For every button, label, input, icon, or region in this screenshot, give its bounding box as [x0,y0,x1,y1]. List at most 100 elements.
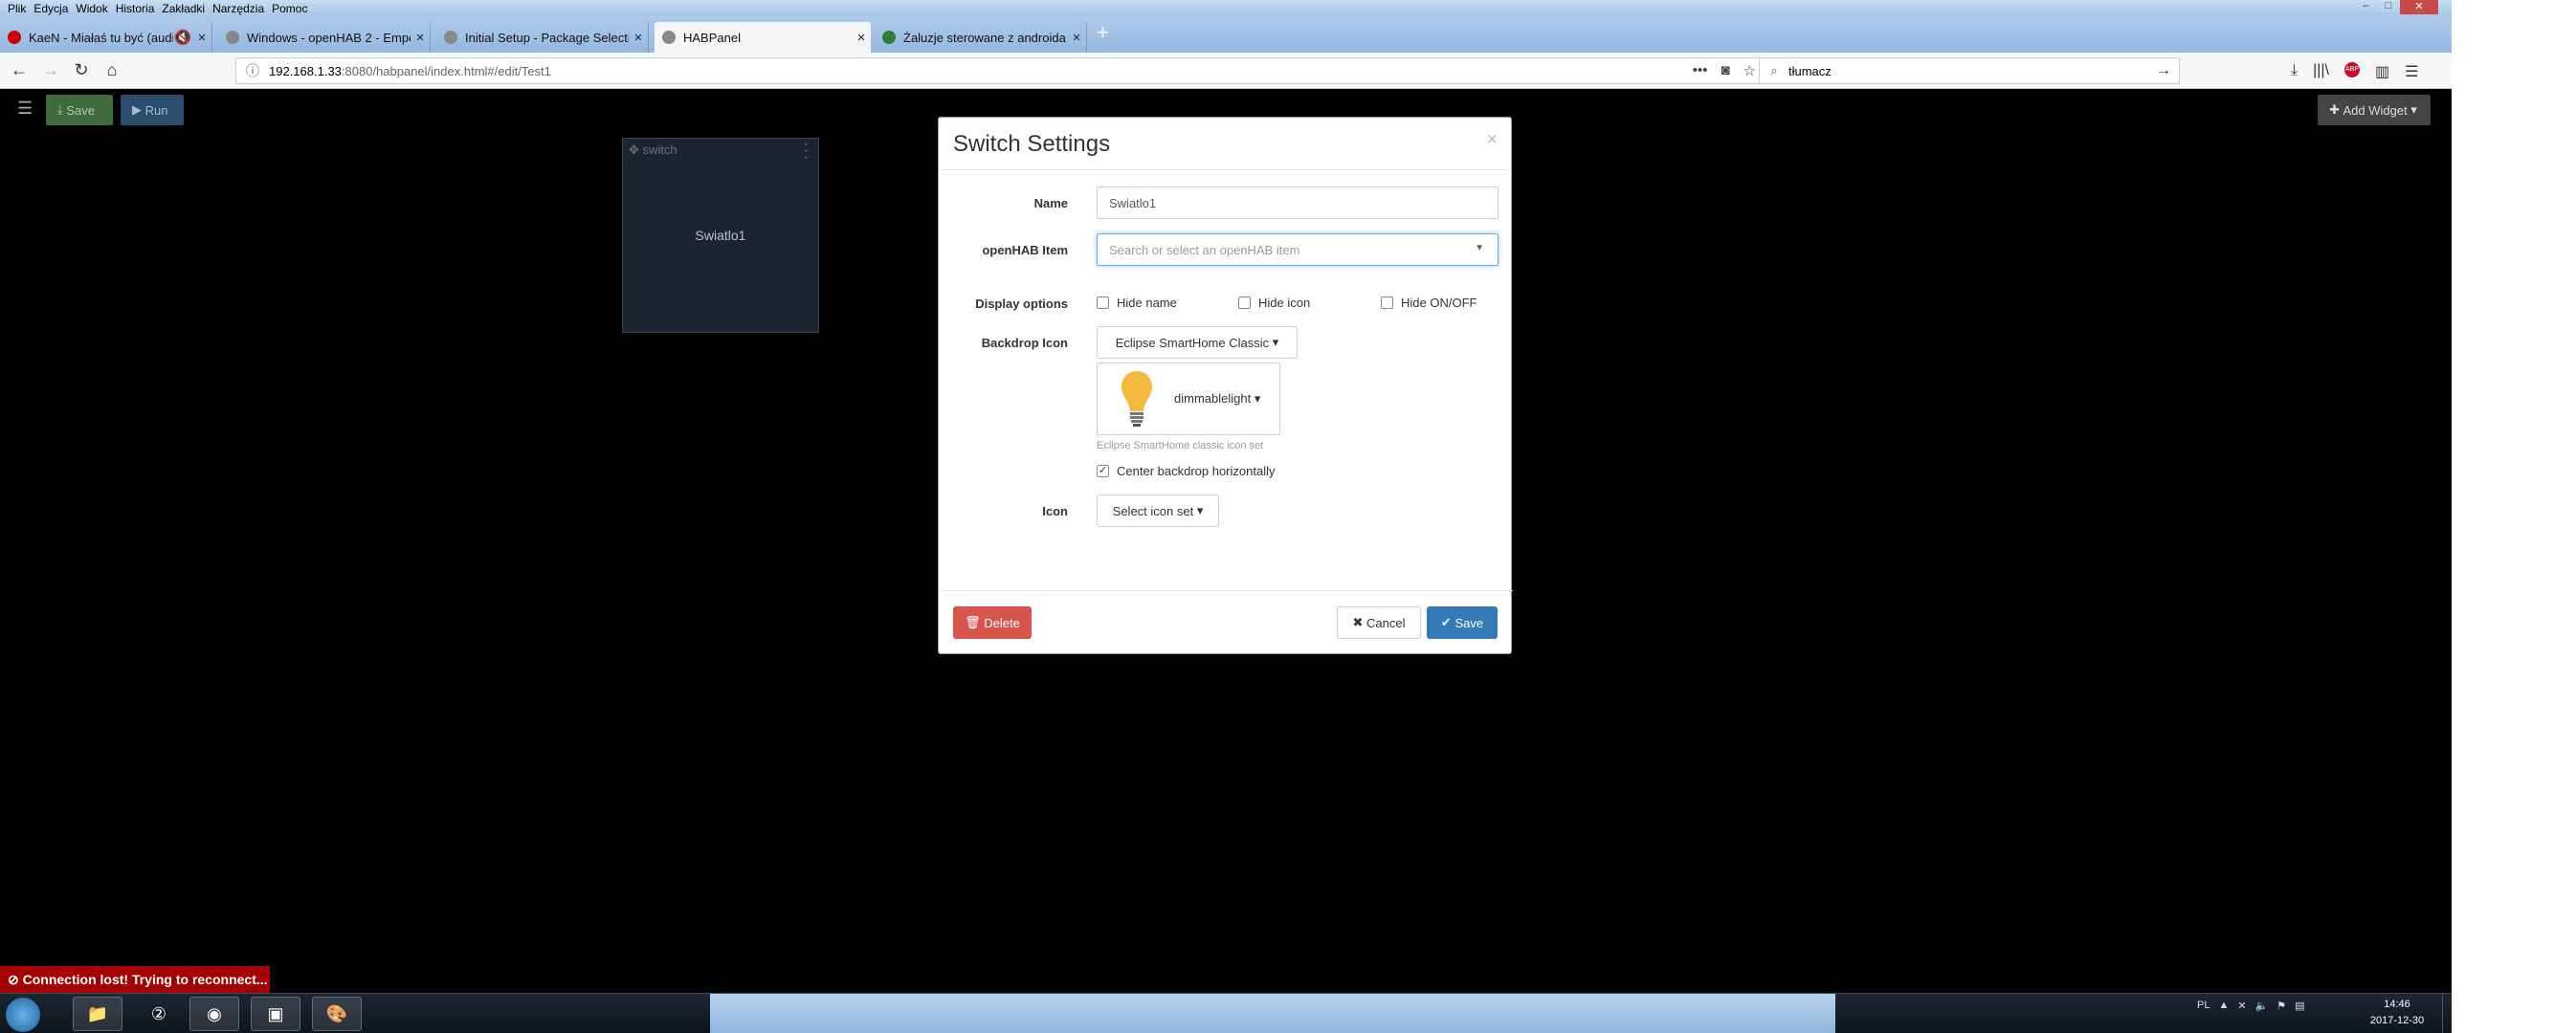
start-button[interactable] [6,998,40,1032]
checkbox-box[interactable] [1097,297,1109,309]
show-desktop-button[interactable] [2442,994,2452,1033]
tab-bar: KaeN - Miałaś tu być (audio 🔇 × Windows … [0,16,2452,53]
backdrop-iconset-value: Eclipse SmartHome Classic [1115,335,1270,350]
tab-habpanel[interactable]: HABPanel × [655,22,871,53]
flag-icon[interactable]: ⚑ [2276,1000,2286,1012]
paint-icon[interactable]: 🎨 [312,997,362,1031]
add-widget-button[interactable]: ✚ Add Widget ▾ [2318,95,2431,125]
save-button[interactable]: ✔ Save [1427,606,1498,639]
page-icon [226,31,239,44]
hide-icon-checkbox[interactable]: Hide icon [1238,296,1310,310]
desktop-wallpaper [710,994,1835,1033]
pocket-icon[interactable]: ◙ [1721,62,1729,79]
library-icon[interactable]: |||\ [2313,62,2329,81]
widget-menu-icon[interactable]: · · · [804,137,809,165]
menu-edit[interactable]: Edycja [33,2,68,15]
close-tab-icon[interactable]: × [411,30,430,46]
tab-zaluzje[interactable]: Żaluzje sterowane z androida - × [875,22,1087,53]
checkbox-box[interactable] [1238,297,1251,309]
item-placeholder: Search or select an openHAB item [1109,242,1300,257]
maximize-icon[interactable]: □ [2377,0,2400,14]
widget-name: Swiatlo1 [695,228,746,243]
firefox-icon[interactable]: ◉ [189,997,239,1031]
close-window-icon[interactable]: ✕ [2400,0,2438,14]
save-dashboard-label: Save [66,102,95,118]
hide-onoff-label: Hide ON/OFF [1401,296,1477,310]
language-indicator[interactable]: PL [2197,1000,2210,1012]
tab-initial-setup[interactable]: Initial Setup - Package Selectio × [436,22,649,53]
page-icon [662,31,676,44]
home-icon[interactable]: ⌂ [101,60,122,80]
forward-icon[interactable]: → [40,60,61,80]
menu-file[interactable]: Plik [8,2,26,15]
clock[interactable]: 14:46 2017-12-30 [2364,997,2431,1029]
bookmark-star-icon[interactable]: ☆ [1743,62,1756,79]
more-icon[interactable]: ••• [1693,62,1708,79]
tab-title: Initial Setup - Package Selectio [465,30,629,45]
caret-down-icon: ▼ [1475,243,1484,253]
close-tab-icon[interactable]: × [852,30,871,46]
menu-bookmarks[interactable]: Zakładki [162,2,205,15]
url-host: 192.168.1.33 [269,63,342,78]
close-icon[interactable]: × [1486,129,1498,151]
info-icon[interactable]: ⓘ [236,61,269,80]
explorer-icon[interactable]: 📁 [73,997,122,1031]
adblock-icon[interactable]: ABP [2344,62,2360,77]
save-label: Save [1455,615,1484,630]
name-input[interactable]: Swiatlo1 [1097,187,1499,219]
sidebar-icon[interactable]: ▥ [2375,62,2389,81]
new-tab-icon[interactable]: + [1097,20,1109,45]
menu-tools[interactable]: Narzędzia [212,2,264,15]
close-tab-icon[interactable]: × [629,30,648,46]
delete-button[interactable]: 🗑 Delete [953,606,1032,639]
checkbox-checked[interactable]: ✓ [1097,465,1109,477]
audio-icon[interactable]: 🔇 [173,29,192,46]
move-icon[interactable]: ✥ [629,143,639,157]
menu-toggle-icon[interactable]: ☰ [17,99,33,119]
icon-set-dropdown[interactable]: Select icon set ▾ [1097,495,1219,527]
save-dashboard-button[interactable]: ⤓ Save [46,95,113,125]
backdrop-icon-label: Backdrop Icon [981,336,1068,350]
close-tab-icon[interactable]: × [1067,30,1086,46]
search-value: tłumacz [1788,63,1832,78]
checkbox-box[interactable] [1381,297,1393,309]
network-icon[interactable]: ▤ [2295,1000,2304,1012]
tray-app-icon[interactable]: ✕ [2237,1000,2246,1012]
download-icon[interactable]: ⤓ [2291,62,2298,81]
tab-windows-openhab[interactable]: Windows - openHAB 2 - Empo × [218,22,431,53]
volume-icon[interactable]: 🔈 [2255,1000,2269,1012]
backdrop-iconset-dropdown[interactable]: Eclipse SmartHome Classic ▾ [1097,326,1298,359]
hamburger-menu-icon[interactable]: ☰ [2405,62,2418,81]
youtube-icon [8,31,21,44]
hide-onoff-checkbox[interactable]: Hide ON/OFF [1381,296,1477,310]
check-icon: ✔ [1440,615,1455,629]
add-widget-label: Add Widget [2343,102,2408,118]
item-select[interactable]: Search or select an openHAB item ▼ [1097,233,1499,266]
app-2-icon[interactable]: ② [134,997,184,1031]
tab-kaen[interactable]: KaeN - Miałaś tu być (audio 🔇 × [0,22,212,53]
reload-icon[interactable]: ↻ [71,60,92,80]
switch-widget[interactable]: ✥ switch · · · Swiatlo1 [622,137,819,333]
center-backdrop-checkbox[interactable]: ✓ Center backdrop horizontally [1097,464,1275,478]
display-options-label: Display options [975,297,1068,311]
search-go-icon[interactable]: → [2156,62,2171,79]
url-bar[interactable]: ⓘ 192.168.1.33 :8080/habpanel/index.html… [235,57,1766,84]
minimize-icon[interactable]: – [2354,0,2377,14]
backdrop-help-text: Eclipse SmartHome classic icon set [1097,440,1264,451]
backdrop-icon-picker[interactable]: dimmablelight ▾ [1097,363,1280,435]
widget-header[interactable]: ✥ switch [629,143,677,158]
cancel-button[interactable]: ✖ Cancel [1337,606,1421,639]
back-icon[interactable]: ← [9,60,30,80]
menu-view[interactable]: Widok [76,2,107,15]
search-bar[interactable]: ⌕ tłumacz → [1759,57,2180,84]
run-button[interactable]: ▶ Run [121,95,184,125]
close-tab-icon[interactable]: × [192,30,211,46]
clock-date: 2017-12-30 [2369,1015,2425,1026]
center-backdrop-label: Center backdrop horizontally [1117,464,1276,478]
menu-help[interactable]: Pomoc [272,2,307,15]
tray-expand-icon[interactable]: ▲ [2218,1000,2229,1012]
menu-history[interactable]: Historia [116,2,155,15]
name-value: Swiatlo1 [1109,195,1157,210]
remote-desktop-icon[interactable]: ▣ [251,997,300,1031]
hide-name-checkbox[interactable]: Hide name [1097,296,1177,310]
